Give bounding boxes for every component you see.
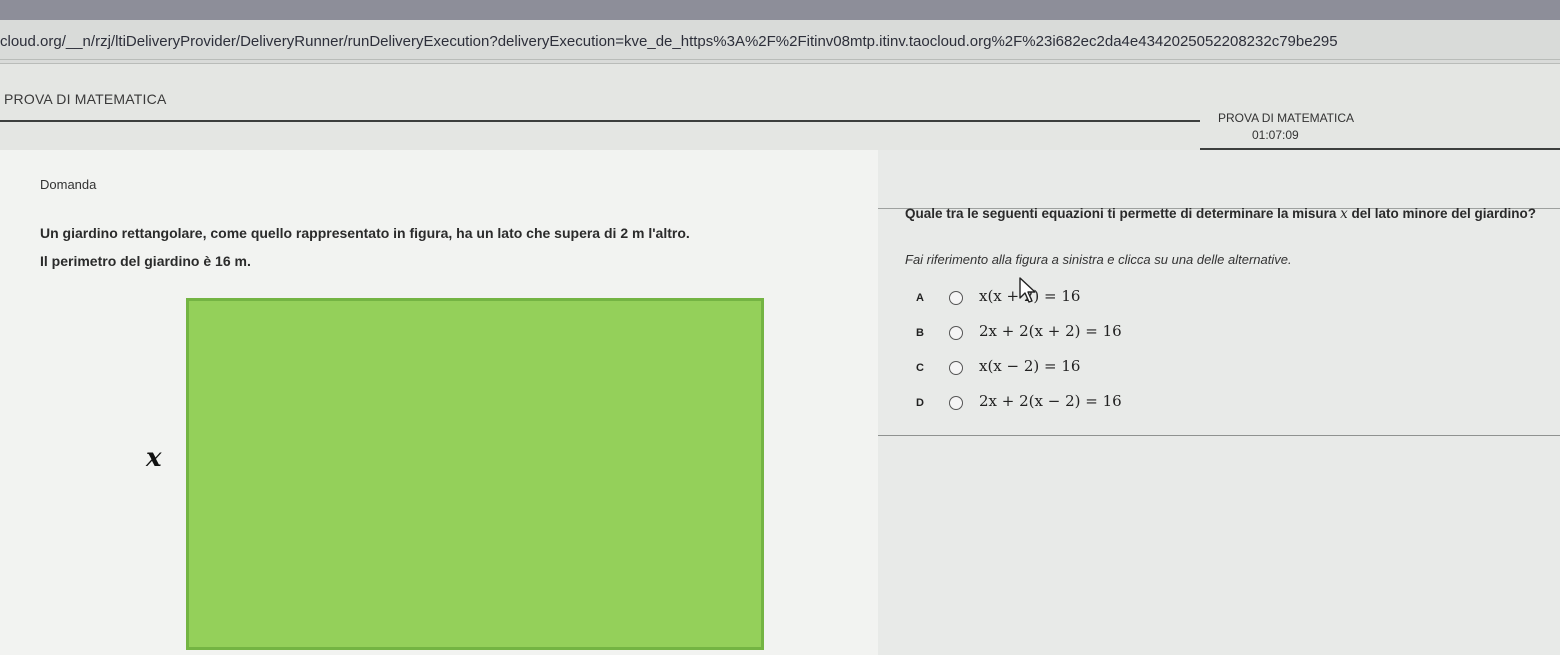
question-prompt: Quale tra le seguenti equazioni ti perme… <box>905 206 1536 222</box>
stimulus-panel: Domanda Un giardino rettangolare, come q… <box>0 150 878 655</box>
radio-button[interactable] <box>949 291 963 305</box>
option-formula[interactable]: x(x − 2) = 16 <box>979 357 1080 375</box>
radio-button[interactable] <box>949 326 963 340</box>
garden-rectangle <box>186 298 764 650</box>
problem-text: Un giardino rettangolare, come quello ra… <box>40 225 690 241</box>
side-label-x: x <box>146 443 162 473</box>
question-variable: x <box>1340 206 1348 222</box>
option-b[interactable]: B 2x + 2(x + 2) = 16 <box>916 320 1176 350</box>
url-text[interactable]: cloud.org/__n/rzj/ltiDeliveryProvider/De… <box>0 33 1338 50</box>
option-letter: A <box>916 292 924 304</box>
option-formula[interactable]: 2x + 2(x + 2) = 16 <box>979 322 1122 340</box>
option-a[interactable]: A x(x + 2) = 16 <box>916 285 1176 315</box>
section-label: Domanda <box>40 177 97 192</box>
radio-button[interactable] <box>949 361 963 375</box>
option-letter: B <box>916 327 924 339</box>
option-d[interactable]: D 2x + 2(x − 2) = 16 <box>916 390 1176 420</box>
browser-top-strip <box>0 0 1560 20</box>
option-letter: C <box>916 362 924 374</box>
question-area: Domanda Un giardino rettangolare, come q… <box>0 150 1560 655</box>
perimeter-text: Il perimetro del giardino è 16 m. <box>40 253 251 269</box>
option-c[interactable]: C x(x − 2) = 16 <box>916 355 1176 385</box>
address-bar[interactable]: cloud.org/__n/rzj/ltiDeliveryProvider/De… <box>0 20 1560 64</box>
interaction-panel: Quale tra le seguenti equazioni ti perme… <box>878 150 1560 655</box>
options-bottom-rule <box>878 435 1560 436</box>
test-header: PROVA DI MATEMATICA PROVA DI MATEMATICA … <box>0 59 1560 150</box>
header-divider-left <box>0 120 1200 122</box>
mouse-cursor-icon <box>1019 277 1036 303</box>
header-top-divider <box>0 59 1560 60</box>
option-letter: D <box>916 397 924 409</box>
option-formula[interactable]: 2x + 2(x − 2) = 16 <box>979 392 1122 410</box>
test-title: PROVA DI MATEMATICA <box>4 91 167 107</box>
instruction-text: Fai riferimento alla figura a sinistra e… <box>905 252 1292 267</box>
question-text-start: Quale tra le seguenti equazioni ti perme… <box>905 206 1341 221</box>
test-title-secondary: PROVA DI MATEMATICA <box>1218 111 1355 125</box>
question-text-end: del lato minore del giardino? <box>1347 206 1537 221</box>
radio-button[interactable] <box>949 396 963 410</box>
timer: 01:07:09 <box>1252 128 1299 142</box>
